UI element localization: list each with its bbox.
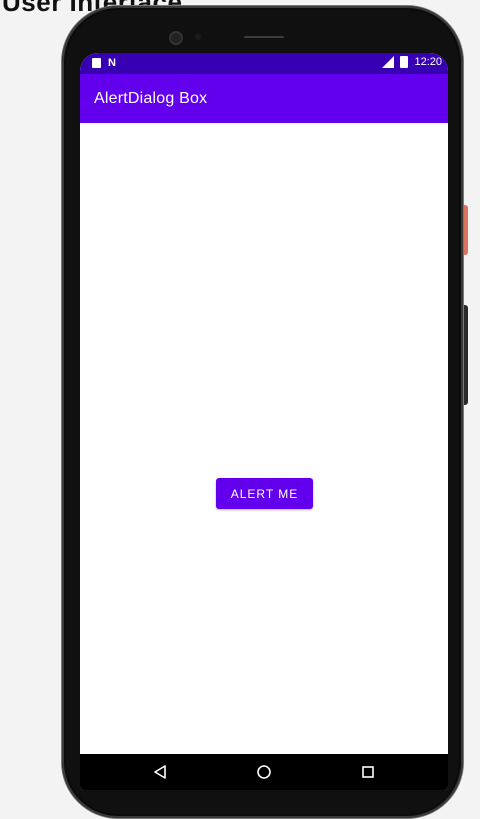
network-letter: N: [108, 57, 116, 69]
home-button[interactable]: [234, 754, 294, 790]
phone-top-bezel: [62, 22, 463, 52]
main-content: ALERT ME: [80, 123, 448, 754]
back-button[interactable]: [130, 754, 190, 790]
status-clock: 12:20: [414, 56, 442, 68]
phone-screen: N 12:20 AlertDialog Box ALERT ME: [80, 53, 448, 790]
notification-icon: [92, 58, 101, 68]
signal-icon: [382, 56, 395, 68]
recents-icon: [362, 766, 374, 778]
battery-icon: [400, 56, 409, 68]
back-icon: [154, 765, 166, 779]
camera-icon: [169, 31, 183, 45]
status-left: N: [92, 57, 116, 69]
navigation-bar: [80, 754, 448, 790]
recents-button[interactable]: [338, 754, 398, 790]
phone-frame: N 12:20 AlertDialog Box ALERT ME: [62, 6, 463, 818]
home-icon: [257, 765, 271, 779]
app-title: AlertDialog Box: [94, 90, 208, 107]
status-bar: N 12:20: [80, 53, 448, 74]
app-bar: AlertDialog Box: [80, 74, 448, 123]
status-right: 12:20: [382, 56, 442, 68]
alert-me-button[interactable]: ALERT ME: [216, 478, 313, 509]
speaker-grille: [244, 36, 284, 38]
sensor-icon: [195, 34, 201, 40]
